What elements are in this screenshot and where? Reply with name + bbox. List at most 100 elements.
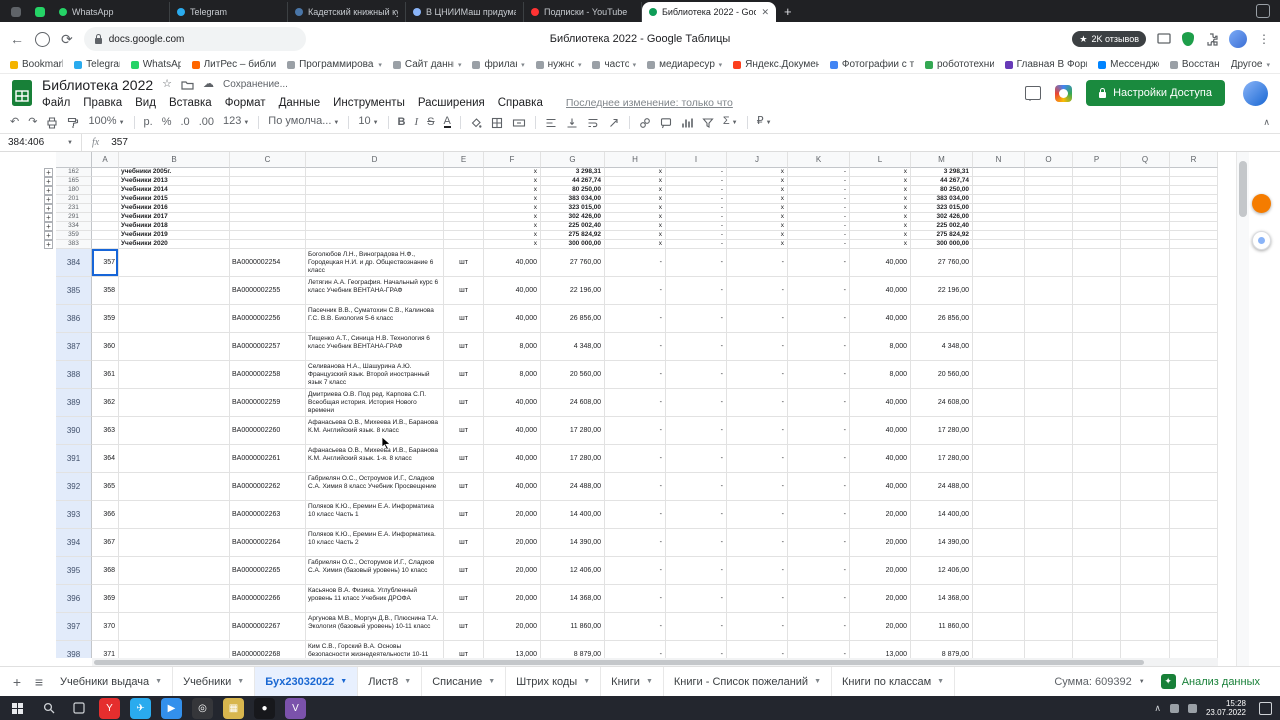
cell[interactable]: x <box>605 222 666 231</box>
column-header[interactable]: A <box>92 152 119 168</box>
bookmark-item[interactable]: Сайт данных <box>392 59 462 70</box>
cell[interactable]: Учебники 2020 <box>119 240 230 249</box>
cell[interactable]: 275 824,92 <box>911 231 973 240</box>
cell[interactable] <box>1025 585 1073 613</box>
cell[interactable]: 225 002,40 <box>911 222 973 231</box>
cell[interactable]: 20 560,00 <box>911 361 973 389</box>
account-avatar[interactable] <box>1243 80 1268 106</box>
cell[interactable] <box>1073 195 1121 204</box>
cell[interactable]: x <box>484 186 541 195</box>
floating-extension-bubble[interactable] <box>1252 194 1271 213</box>
cell[interactable]: шт <box>444 501 484 529</box>
cell[interactable]: 360 <box>92 333 119 361</box>
menu-item[interactable]: Справка <box>498 97 543 109</box>
notification-center-icon[interactable] <box>1259 701 1272 715</box>
bookmark-item[interactable]: Яндекс.Документ... <box>733 59 819 70</box>
cell[interactable] <box>973 213 1025 222</box>
cell[interactable]: Дмитриева О.В. Под ред. Карпова С.П. Все… <box>306 389 444 417</box>
cell[interactable]: 20,000 <box>850 529 911 557</box>
tray-expand-icon[interactable]: ∧ <box>1154 703 1161 714</box>
sheet-tab[interactable]: Книги ▼ <box>601 667 664 696</box>
cell[interactable] <box>92 213 119 222</box>
decrease-decimals-button[interactable]: .0 <box>181 117 190 128</box>
cell[interactable] <box>1073 277 1121 305</box>
cell[interactable]: - <box>727 361 788 389</box>
cell[interactable]: - <box>788 231 850 240</box>
cell[interactable]: - <box>788 613 850 641</box>
filter-icon[interactable] <box>702 117 714 129</box>
cell[interactable] <box>1170 186 1218 195</box>
cell[interactable]: x <box>850 177 911 186</box>
cell[interactable] <box>1121 445 1170 473</box>
cell[interactable] <box>119 445 230 473</box>
cell[interactable] <box>1025 240 1073 249</box>
cell[interactable] <box>1170 501 1218 529</box>
sheet-tab[interactable]: Учебники ▼ <box>173 667 256 696</box>
cell[interactable]: - <box>727 445 788 473</box>
cell[interactable] <box>1121 501 1170 529</box>
redo-icon[interactable]: ↷ <box>28 117 37 128</box>
cell[interactable] <box>1121 240 1170 249</box>
cell[interactable]: x <box>727 177 788 186</box>
cell[interactable] <box>1073 361 1121 389</box>
cell[interactable]: 14 400,00 <box>541 501 605 529</box>
cell[interactable]: - <box>666 473 727 501</box>
cell[interactable] <box>306 177 444 186</box>
cell[interactable]: - <box>788 445 850 473</box>
cell[interactable] <box>1025 186 1073 195</box>
cell[interactable]: 14 400,00 <box>911 501 973 529</box>
cell[interactable] <box>1025 168 1073 177</box>
cell[interactable]: - <box>727 305 788 333</box>
cell[interactable]: Габриелян О.С., Остроумов И.Г., Сладков … <box>306 473 444 501</box>
cell[interactable]: Селиванова Н.А., Шашурина А.Ю. Французск… <box>306 361 444 389</box>
cell[interactable]: 22 196,00 <box>541 277 605 305</box>
menu-item[interactable]: Инструменты <box>333 97 405 109</box>
cell[interactable] <box>92 231 119 240</box>
expand-group-button[interactable]: + <box>44 204 53 213</box>
cell[interactable] <box>1170 585 1218 613</box>
cell[interactable]: - <box>727 641 788 658</box>
cell[interactable]: - <box>666 249 727 277</box>
cell[interactable]: 40,000 <box>850 445 911 473</box>
cell[interactable]: - <box>666 501 727 529</box>
row-header[interactable]: 394 <box>56 529 92 557</box>
cell[interactable]: x <box>850 168 911 177</box>
cell[interactable] <box>444 177 484 186</box>
cell[interactable] <box>92 204 119 213</box>
cell[interactable] <box>973 501 1025 529</box>
cell[interactable] <box>973 277 1025 305</box>
strikethrough-button[interactable]: S <box>427 117 434 128</box>
cell[interactable]: - <box>788 177 850 186</box>
cell[interactable]: - <box>727 501 788 529</box>
cell[interactable] <box>119 473 230 501</box>
cell[interactable]: - <box>605 585 666 613</box>
cell[interactable]: - <box>788 333 850 361</box>
cell[interactable] <box>1025 305 1073 333</box>
cell[interactable] <box>973 186 1025 195</box>
cell[interactable] <box>444 204 484 213</box>
cell[interactable] <box>1170 445 1218 473</box>
cell[interactable] <box>1025 249 1073 277</box>
floating-extension-bubble[interactable] <box>1252 231 1271 250</box>
name-box[interactable]: 384:406 ▼ <box>0 134 82 151</box>
menu-item[interactable]: Формат <box>225 97 266 109</box>
cell[interactable]: Учебники 2015 <box>119 195 230 204</box>
cell[interactable]: 40,000 <box>850 417 911 445</box>
cell[interactable]: Боголюбов Л.Н., Виноградова Н.Ф., Городе… <box>306 249 444 277</box>
cell[interactable]: шт <box>444 305 484 333</box>
cell[interactable]: 40,000 <box>484 249 541 277</box>
taskbar-app-icon[interactable]: ● <box>254 697 275 719</box>
bookmark-item[interactable]: WhatsApp <box>130 59 181 70</box>
cell[interactable]: 20,000 <box>850 501 911 529</box>
column-header[interactable]: I <box>666 152 727 168</box>
cell[interactable]: 367 <box>92 529 119 557</box>
cell[interactable] <box>1073 222 1121 231</box>
bookmark-item[interactable]: ЛитРес – библио... <box>191 59 276 70</box>
cell[interactable] <box>1121 473 1170 501</box>
cell[interactable] <box>973 613 1025 641</box>
cell[interactable]: 17 280,00 <box>911 417 973 445</box>
cell[interactable]: - <box>788 186 850 195</box>
cell[interactable]: шт <box>444 417 484 445</box>
cell[interactable]: шт <box>444 529 484 557</box>
cell[interactable]: x <box>605 195 666 204</box>
